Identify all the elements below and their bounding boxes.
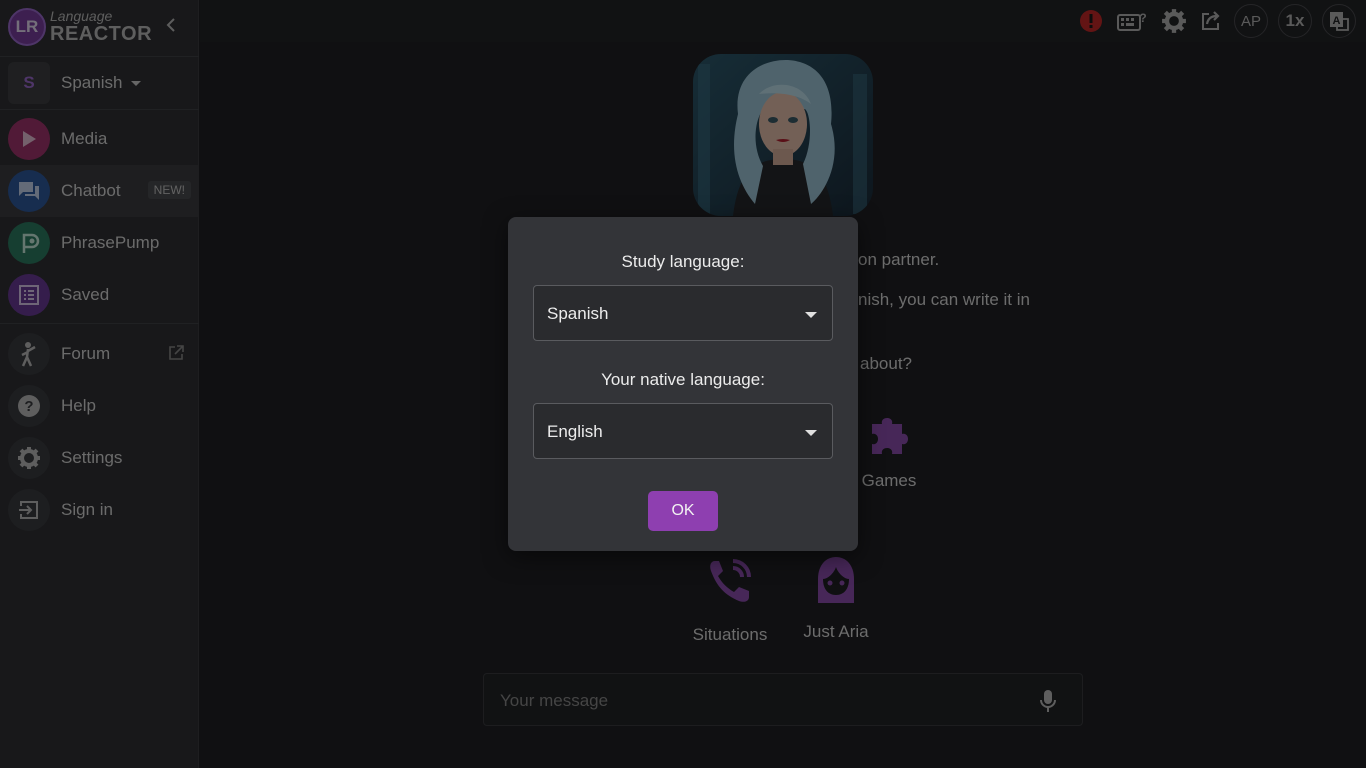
language-dialog: Study language: Spanish Your native lang…: [508, 217, 858, 551]
ok-button[interactable]: OK: [648, 491, 718, 531]
native-language-select[interactable]: English: [533, 403, 833, 459]
study-language-label: Study language:: [621, 252, 745, 271]
study-language-value: Spanish: [547, 304, 609, 323]
dropdown-caret-icon: [805, 430, 817, 436]
study-language-select[interactable]: Spanish: [533, 285, 833, 341]
native-language-label: Your native language:: [601, 370, 765, 389]
dropdown-caret-icon: [805, 312, 817, 318]
native-language-value: English: [547, 422, 603, 441]
